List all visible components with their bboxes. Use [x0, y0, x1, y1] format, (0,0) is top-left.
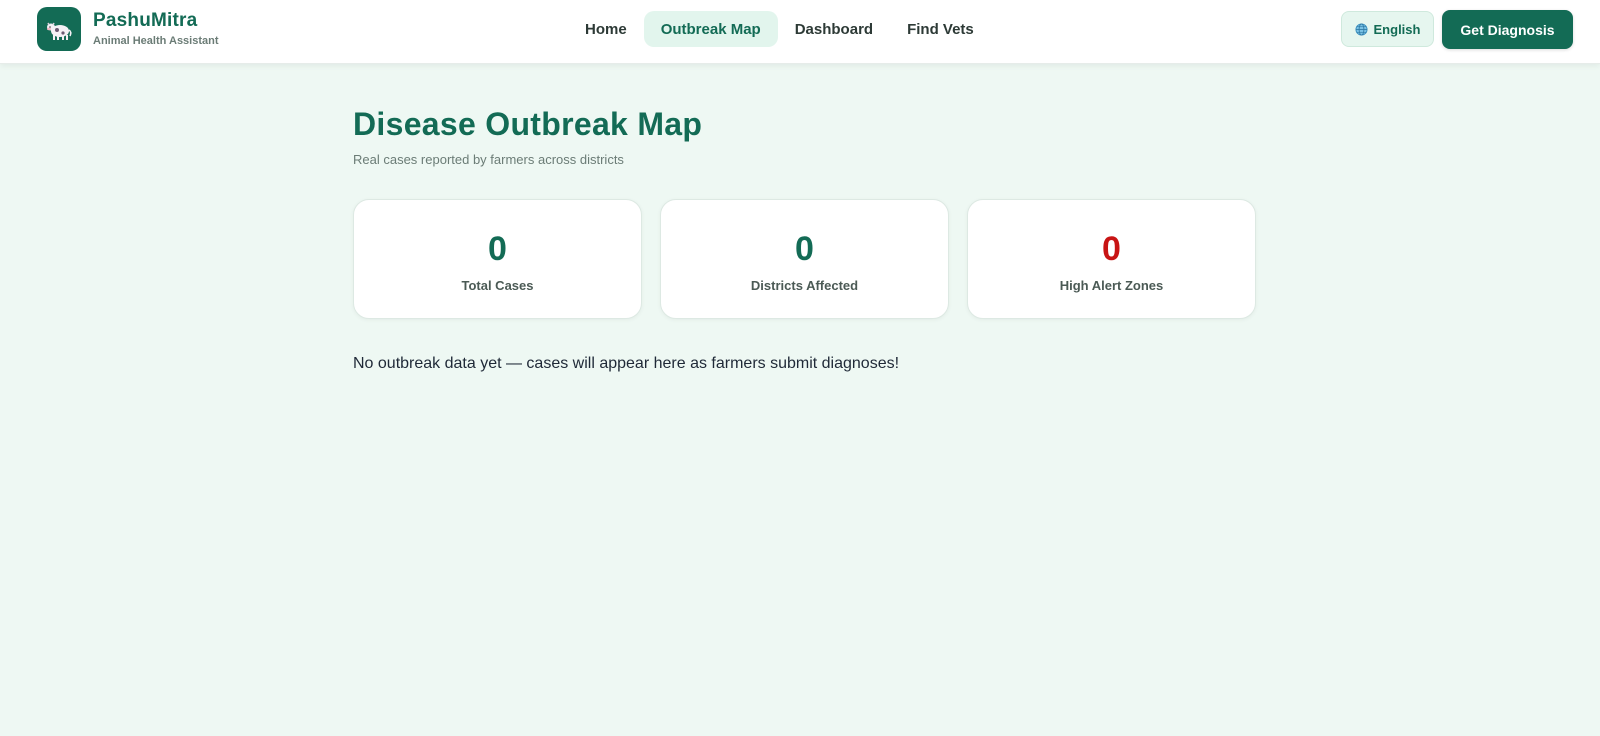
stat-value: 0: [1102, 230, 1121, 268]
brand-tagline: Animal Health Assistant: [93, 35, 219, 47]
stats-row: 0 Total Cases 0 Districts Affected 0 Hig…: [353, 199, 1257, 319]
brand-text: PashuMitra Animal Health Assistant: [93, 10, 219, 48]
get-diagnosis-button[interactable]: Get Diagnosis: [1442, 10, 1573, 49]
main-nav: Home Outbreak Map Dashboard Find Vets: [568, 11, 991, 47]
nav-find-vets[interactable]: Find Vets: [890, 11, 991, 47]
nav-outbreak-map[interactable]: Outbreak Map: [643, 11, 778, 47]
stat-label: High Alert Zones: [1059, 278, 1164, 293]
nav-dashboard[interactable]: Dashboard: [778, 11, 890, 47]
stat-card-total-cases: 0 Total Cases: [353, 199, 642, 319]
stat-label: Total Cases: [461, 278, 534, 293]
stat-card-high-alert-zones: 0 High Alert Zones: [967, 199, 1256, 319]
brand-name: PashuMitra: [93, 10, 198, 31]
stat-value: 0: [488, 230, 507, 268]
page-subtitle: Real cases reported by farmers across di…: [353, 152, 624, 167]
stat-label: Districts Affected: [750, 278, 859, 293]
page-title: Disease Outbreak Map: [353, 106, 703, 142]
stat-card-districts-affected: 0 Districts Affected: [660, 199, 949, 319]
language-button[interactable]: English: [1341, 11, 1434, 47]
globe-icon: [1354, 22, 1368, 36]
cow-icon: [37, 7, 81, 51]
nav-home[interactable]: Home: [568, 11, 644, 47]
main-content: Disease Outbreak Map Real cases reported…: [353, 104, 1257, 373]
stat-value: 0: [795, 230, 814, 268]
brand[interactable]: PashuMitra Animal Health Assistant: [37, 7, 219, 51]
empty-state-message: No outbreak data yet — cases will appear…: [353, 355, 900, 372]
top-navbar: PashuMitra Animal Health Assistant Home …: [0, 0, 1600, 64]
language-label: English: [1373, 21, 1421, 37]
